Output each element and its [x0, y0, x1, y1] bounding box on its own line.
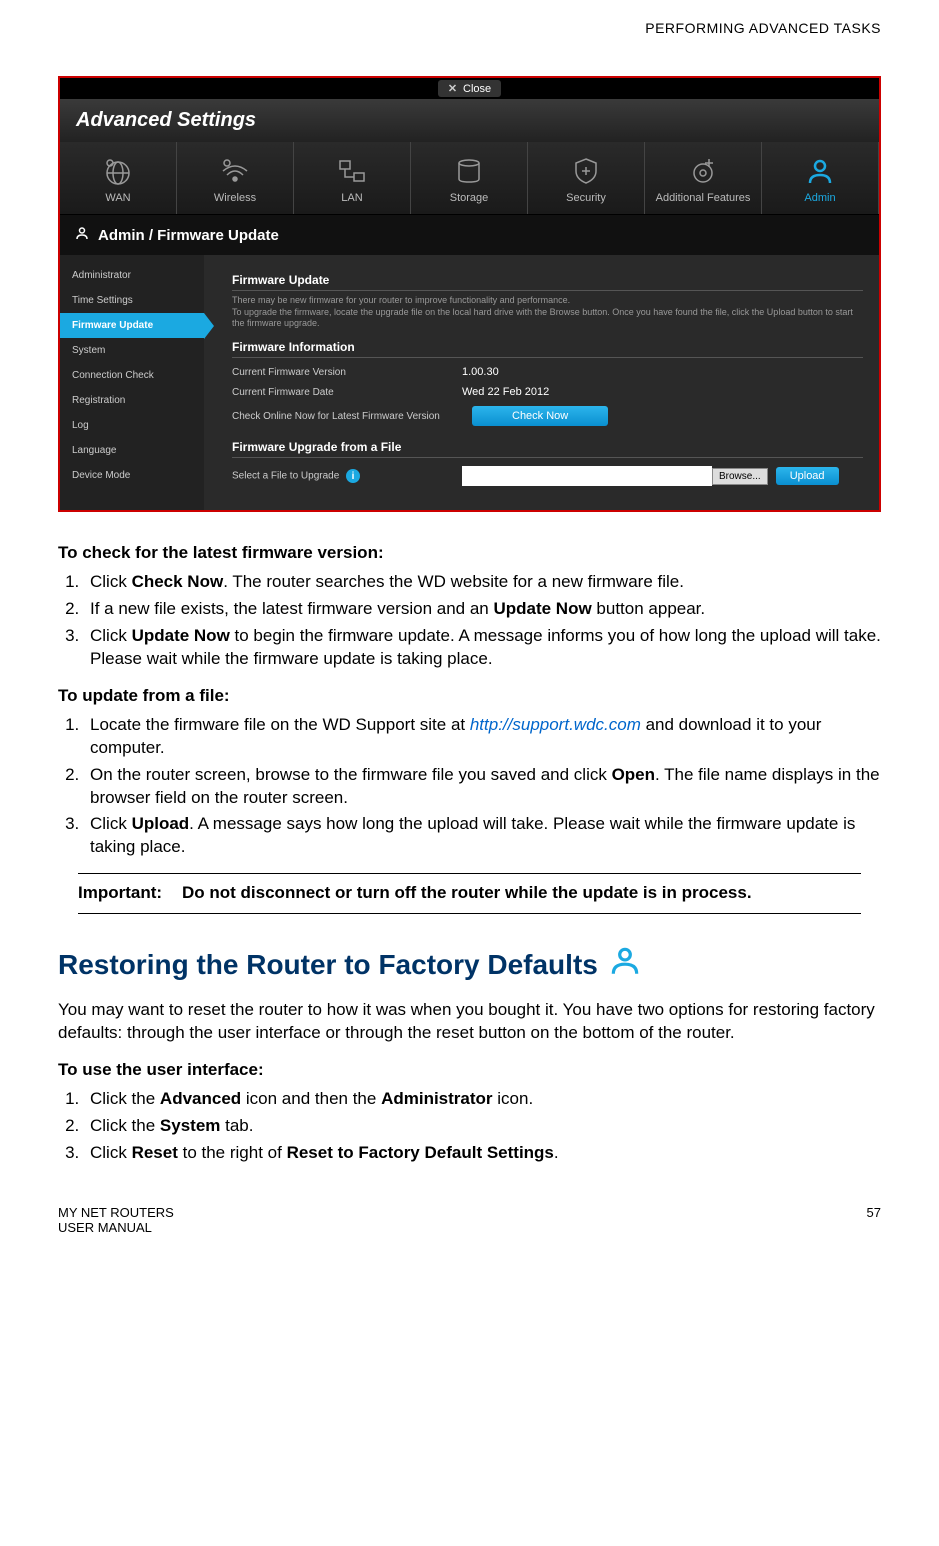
top-nav: WAN Wireless LAN Storage Security	[60, 142, 879, 215]
file-path-input[interactable]	[462, 466, 712, 486]
wifi-gear-icon	[181, 154, 289, 188]
lan-icon	[298, 154, 406, 188]
modal-close-bar: ✕ Close	[60, 78, 879, 99]
admin-icon	[766, 154, 874, 188]
close-label: Close	[463, 83, 491, 95]
close-icon: ✕	[448, 83, 457, 95]
fw-info-title: Firmware Information	[232, 340, 863, 358]
nav-lan[interactable]: LAN	[294, 142, 411, 214]
router-screenshot: ✕ Close Advanced Settings WAN Wireless LA…	[58, 76, 881, 512]
nav-label: LAN	[298, 192, 406, 204]
browse-button[interactable]: Browse...	[712, 468, 768, 485]
close-button[interactable]: ✕ Close	[438, 80, 501, 97]
list-item: On the router screen, browse to the firm…	[84, 764, 881, 810]
fw-update-title: Firmware Update	[232, 273, 863, 291]
select-file-label: Select a File to Upgrade i	[232, 469, 462, 483]
list-item: Click Update Now to begin the firmware u…	[84, 625, 881, 671]
list-item: Click the Advanced icon and then the Adm…	[84, 1088, 881, 1111]
sidebar-administrator[interactable]: Administrator	[60, 263, 204, 288]
sidebar-time-settings[interactable]: Time Settings	[60, 288, 204, 313]
ui-procedure-title: To use the user interface:	[58, 1059, 881, 1082]
important-text: Do not disconnect or turn off the router…	[182, 882, 752, 905]
nav-label: Additional Features	[649, 192, 757, 204]
admin-icon	[608, 944, 642, 985]
breadcrumb-text: Admin / Firmware Update	[98, 227, 279, 244]
nav-storage[interactable]: Storage	[411, 142, 528, 214]
support-link[interactable]: http://support.wdc.com	[470, 715, 641, 734]
restore-heading: Restoring the Router to Factory Defaults	[58, 946, 598, 984]
list-item: Click Upload. A message says how long th…	[84, 813, 881, 859]
check-now-button[interactable]: Check Now	[472, 406, 608, 426]
fw-check-label: Check Online Now for Latest Firmware Ver…	[232, 411, 472, 422]
list-item: Click Check Now. The router searches the…	[84, 571, 881, 594]
nav-label: Wireless	[181, 192, 289, 204]
nav-label: Security	[532, 192, 640, 204]
nav-wan[interactable]: WAN	[60, 142, 177, 214]
fw-version-value: 1.00.30	[462, 366, 499, 378]
check-firmware-steps: Click Check Now. The router searches the…	[58, 571, 881, 671]
list-item: Click the System tab.	[84, 1115, 881, 1138]
main-panel: Firmware Update There may be new firmwar…	[204, 255, 879, 510]
nav-admin[interactable]: Admin	[762, 142, 879, 214]
sidebar-language[interactable]: Language	[60, 438, 204, 463]
shield-icon	[532, 154, 640, 188]
page-footer: MY NET ROUTERS USER MANUAL 57	[58, 1205, 881, 1235]
admin-small-icon	[74, 225, 90, 245]
sidebar-registration[interactable]: Registration	[60, 388, 204, 413]
sidebar-system[interactable]: System	[60, 338, 204, 363]
list-item: Locate the firmware file on the WD Suppo…	[84, 714, 881, 760]
nav-label: Admin	[766, 192, 874, 204]
list-item: Click Reset to the right of Reset to Fac…	[84, 1142, 881, 1165]
storage-icon	[415, 154, 523, 188]
fw-upgrade-file-title: Firmware Upgrade from a File	[232, 440, 863, 458]
nav-wireless[interactable]: Wireless	[177, 142, 294, 214]
fw-update-desc: There may be new firmware for your route…	[232, 295, 863, 330]
footer-product: MY NET ROUTERS	[58, 1205, 174, 1220]
sidebar-firmware-update[interactable]: Firmware Update	[60, 313, 204, 338]
list-item: If a new file exists, the latest firmwar…	[84, 598, 881, 621]
sidebar-device-mode[interactable]: Device Mode	[60, 463, 204, 488]
nav-security[interactable]: Security	[528, 142, 645, 214]
globe-gear-icon	[64, 154, 172, 188]
important-note: Important: Do not disconnect or turn off…	[78, 873, 861, 914]
plus-gear-icon	[649, 154, 757, 188]
update-file-title: To update from a file:	[58, 685, 881, 708]
footer-doc-type: USER MANUAL	[58, 1220, 174, 1235]
admin-sidebar: Administrator Time Settings Firmware Upd…	[60, 255, 204, 510]
check-firmware-title: To check for the latest firmware version…	[58, 542, 881, 565]
fw-version-label: Current Firmware Version	[232, 367, 462, 378]
sidebar-connection-check[interactable]: Connection Check	[60, 363, 204, 388]
page-number: 57	[867, 1205, 881, 1235]
ui-procedure-steps: Click the Advanced icon and then the Adm…	[58, 1088, 881, 1165]
sidebar-log[interactable]: Log	[60, 413, 204, 438]
update-file-steps: Locate the firmware file on the WD Suppo…	[58, 714, 881, 860]
fw-date-label: Current Firmware Date	[232, 387, 462, 398]
upload-button[interactable]: Upload	[776, 467, 839, 485]
page-header: PERFORMING ADVANCED TASKS	[58, 20, 881, 36]
nav-label: WAN	[64, 192, 172, 204]
nav-label: Storage	[415, 192, 523, 204]
restore-intro: You may want to reset the router to how …	[58, 999, 881, 1045]
nav-additional[interactable]: Additional Features	[645, 142, 762, 214]
fw-date-value: Wed 22 Feb 2012	[462, 386, 549, 398]
breadcrumb: Admin / Firmware Update	[60, 215, 879, 255]
important-label: Important:	[78, 882, 182, 905]
info-icon[interactable]: i	[346, 469, 360, 483]
window-title: Advanced Settings	[60, 99, 879, 142]
